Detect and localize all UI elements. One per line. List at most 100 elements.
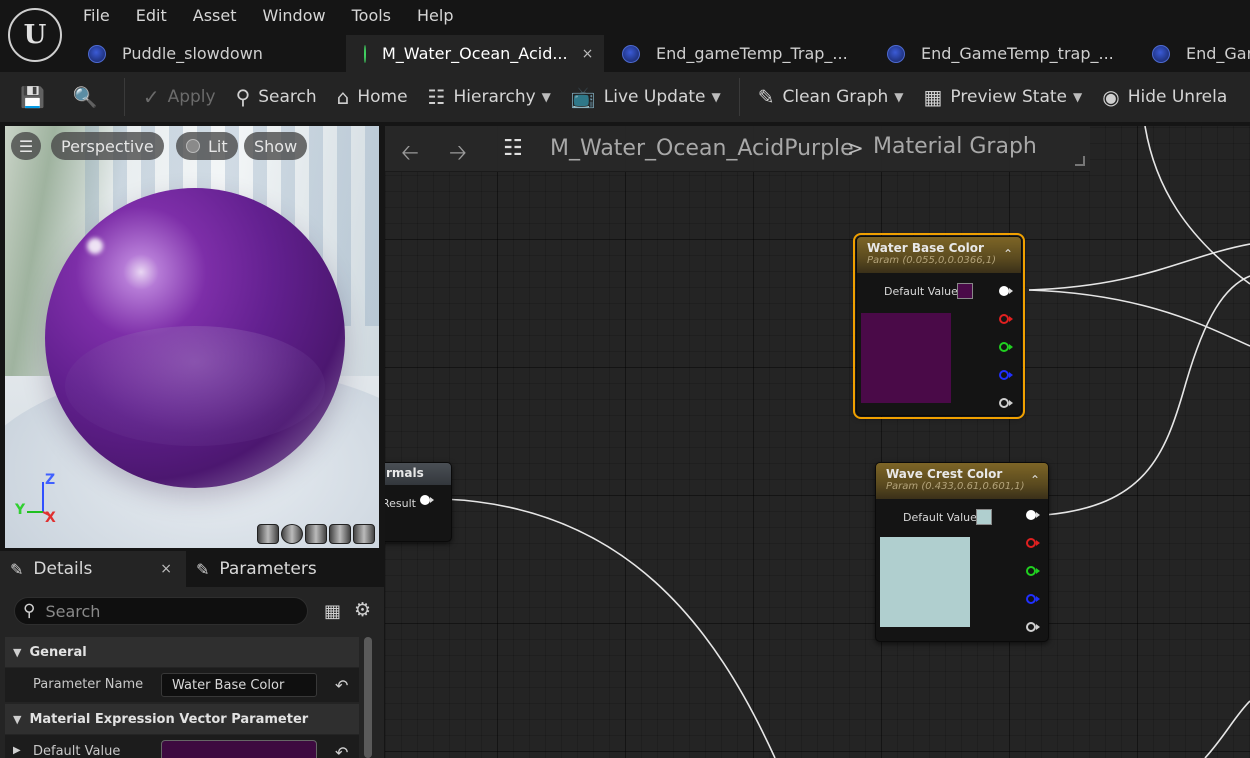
reset-arrow-icon[interactable]: ↶ bbox=[335, 743, 348, 758]
close-icon[interactable]: × bbox=[582, 46, 594, 62]
save-button[interactable]: 💾 bbox=[0, 72, 63, 122]
home-button[interactable]: ⌂ Home bbox=[327, 72, 418, 122]
cylinder-shape-icon[interactable] bbox=[257, 524, 279, 544]
hierarchy-label: Hierarchy bbox=[453, 87, 536, 107]
show-button[interactable]: Show bbox=[244, 132, 308, 160]
tab-m-water-ocean[interactable]: M_Water_Ocean_Acid... × bbox=[346, 35, 604, 72]
collapse-icon[interactable]: ⌃ bbox=[1030, 473, 1040, 487]
breadcrumb-separator: > bbox=[847, 136, 864, 160]
apply-button[interactable]: ✓ Apply bbox=[133, 72, 226, 122]
search-icon: ⚲ bbox=[23, 601, 36, 621]
gear-icon[interactable]: ⚙ bbox=[354, 599, 371, 621]
color-swatch[interactable] bbox=[976, 509, 992, 525]
hierarchy-button[interactable]: ☷ Hierarchy ▼ bbox=[418, 72, 561, 122]
parameter-name-input[interactable]: Water Base Color bbox=[161, 673, 317, 697]
menu-asset[interactable]: Asset bbox=[180, 0, 250, 30]
clean-graph-label: Clean Graph bbox=[782, 87, 889, 107]
preview-state-button[interactable]: ▦ Preview State ▼ bbox=[914, 72, 1093, 122]
tab-label: End_Gam bbox=[1186, 44, 1250, 63]
b-output-pin[interactable] bbox=[999, 370, 1013, 380]
material-graph-canvas[interactable]: 🡠 🡢 ☷ M_Water_Ocean_AcidPurple > Materia… bbox=[385, 126, 1250, 758]
breadcrumb-asset[interactable]: M_Water_Ocean_AcidPurple bbox=[550, 136, 854, 161]
home-label: Home bbox=[357, 87, 408, 107]
color-swatch[interactable] bbox=[957, 283, 973, 299]
close-icon[interactable]: × bbox=[160, 561, 172, 577]
scrollbar-thumb[interactable] bbox=[364, 637, 372, 758]
color-preview bbox=[880, 537, 970, 627]
tab-end-gametemp-trap-1[interactable]: End_gameTemp_Trap_... bbox=[604, 35, 869, 72]
rgba-output-pin[interactable] bbox=[999, 286, 1013, 296]
r-output-pin[interactable] bbox=[999, 314, 1013, 324]
hamburger-menu-icon[interactable]: ☰ bbox=[11, 132, 41, 160]
tab-label: Puddle_slowdown bbox=[122, 44, 263, 63]
material-editor-window: U File Edit Asset Window Tools Help Pudd… bbox=[0, 0, 1250, 758]
a-output-pin[interactable] bbox=[1026, 622, 1040, 632]
menu-tools[interactable]: Tools bbox=[339, 0, 404, 30]
category-vector-parameter[interactable]: ▼ Material Expression Vector Parameter bbox=[5, 704, 359, 734]
rgba-output-pin[interactable] bbox=[1026, 510, 1040, 520]
r-output-pin[interactable] bbox=[1026, 538, 1040, 548]
perspective-button[interactable]: Perspective bbox=[51, 132, 164, 160]
node-header: rmals bbox=[385, 463, 451, 485]
lit-button[interactable]: Lit bbox=[176, 132, 238, 160]
triangle-down-icon: ▼ bbox=[13, 712, 22, 726]
wave-crest-color-node[interactable]: Wave Crest Color Param (0.433,0.61,0.601… bbox=[875, 462, 1049, 642]
menu-edit[interactable]: Edit bbox=[123, 0, 180, 30]
node-subtitle: Param (0.055,0,0.0366,1) bbox=[867, 255, 996, 266]
default-value-color-picker[interactable] bbox=[161, 740, 317, 758]
plane-shape-icon[interactable] bbox=[305, 524, 327, 544]
collapse-icon[interactable]: ⌃ bbox=[1003, 247, 1013, 261]
resize-grip[interactable] bbox=[1075, 156, 1085, 166]
tab-details[interactable]: ✎ Details × bbox=[0, 551, 186, 587]
clean-graph-button[interactable]: ✎ Clean Graph ▼ bbox=[748, 72, 914, 122]
default-value-label: Default Value bbox=[903, 511, 977, 524]
axis-z-label: Z bbox=[45, 472, 56, 488]
default-value-label: Default Value bbox=[33, 744, 121, 758]
pencil-icon: ✎ bbox=[196, 559, 210, 579]
details-search-input[interactable]: ⚲ Search bbox=[14, 597, 308, 625]
g-output-pin[interactable] bbox=[1026, 566, 1040, 576]
browse-button[interactable]: 🔍 bbox=[63, 72, 116, 122]
pencil-icon: ✎ bbox=[10, 559, 24, 579]
browse-icon: 🔍 bbox=[72, 85, 98, 109]
category-general[interactable]: ▼ General bbox=[5, 637, 359, 667]
triangle-right-icon[interactable]: ▶ bbox=[13, 745, 21, 756]
preview-viewport[interactable]: ☰ Perspective Lit Show Z Y X bbox=[5, 126, 379, 548]
live-update-button[interactable]: 📺 Live Update ▼ bbox=[561, 72, 731, 122]
unreal-logo-icon[interactable]: U bbox=[8, 8, 62, 62]
custom-mesh-icon[interactable] bbox=[353, 524, 375, 544]
details-scrollbar[interactable] bbox=[364, 637, 372, 758]
menu-help[interactable]: Help bbox=[404, 0, 466, 30]
b-output-pin[interactable] bbox=[1026, 594, 1040, 604]
a-output-pin[interactable] bbox=[999, 398, 1013, 408]
tab-end-gam[interactable]: End_Gam bbox=[1134, 35, 1250, 72]
breadcrumb-graph[interactable]: Material Graph bbox=[873, 134, 1037, 159]
tab-label: End_GameTemp_trap_... bbox=[921, 44, 1114, 63]
cube-shape-icon[interactable] bbox=[329, 524, 351, 544]
normals-node[interactable]: rmals Result bbox=[385, 462, 452, 542]
map-icon bbox=[1152, 44, 1170, 63]
tab-parameters[interactable]: ✎ Parameters bbox=[186, 551, 327, 587]
lit-sphere-icon bbox=[186, 139, 200, 153]
g-output-pin[interactable] bbox=[999, 342, 1013, 352]
table-view-icon[interactable]: ▦ bbox=[324, 601, 341, 622]
hide-unrelated-button[interactable]: ◉ Hide Unrela bbox=[1092, 72, 1237, 122]
default-value-label: Default Value bbox=[884, 285, 958, 298]
tab-end-gametemp-trap-2[interactable]: End_GameTemp_trap_... bbox=[869, 35, 1134, 72]
live-update-icon: 📺 bbox=[570, 85, 596, 109]
menu-window[interactable]: Window bbox=[250, 0, 339, 30]
sphere-shape-icon[interactable] bbox=[281, 524, 303, 544]
category-general-label: General bbox=[29, 644, 87, 660]
reset-arrow-icon[interactable]: ↶ bbox=[335, 676, 348, 695]
water-base-color-node[interactable]: Water Base Color Param (0.055,0,0.0366,1… bbox=[853, 233, 1025, 419]
sphere-highlight bbox=[87, 238, 103, 254]
menu-file[interactable]: File bbox=[70, 0, 123, 30]
search-button[interactable]: ⚲ Search bbox=[226, 72, 327, 122]
back-arrow-icon[interactable]: 🡠 bbox=[401, 136, 419, 174]
tab-puddle-slowdown[interactable]: Puddle_slowdown bbox=[70, 35, 346, 72]
result-output-pin[interactable] bbox=[420, 495, 434, 505]
category-vector-label: Material Expression Vector Parameter bbox=[29, 711, 309, 727]
forward-arrow-icon[interactable]: 🡢 bbox=[449, 136, 467, 174]
search-icon: ⚲ bbox=[235, 85, 251, 109]
property-default-value: ▶ Default Value ↶ bbox=[5, 735, 359, 758]
